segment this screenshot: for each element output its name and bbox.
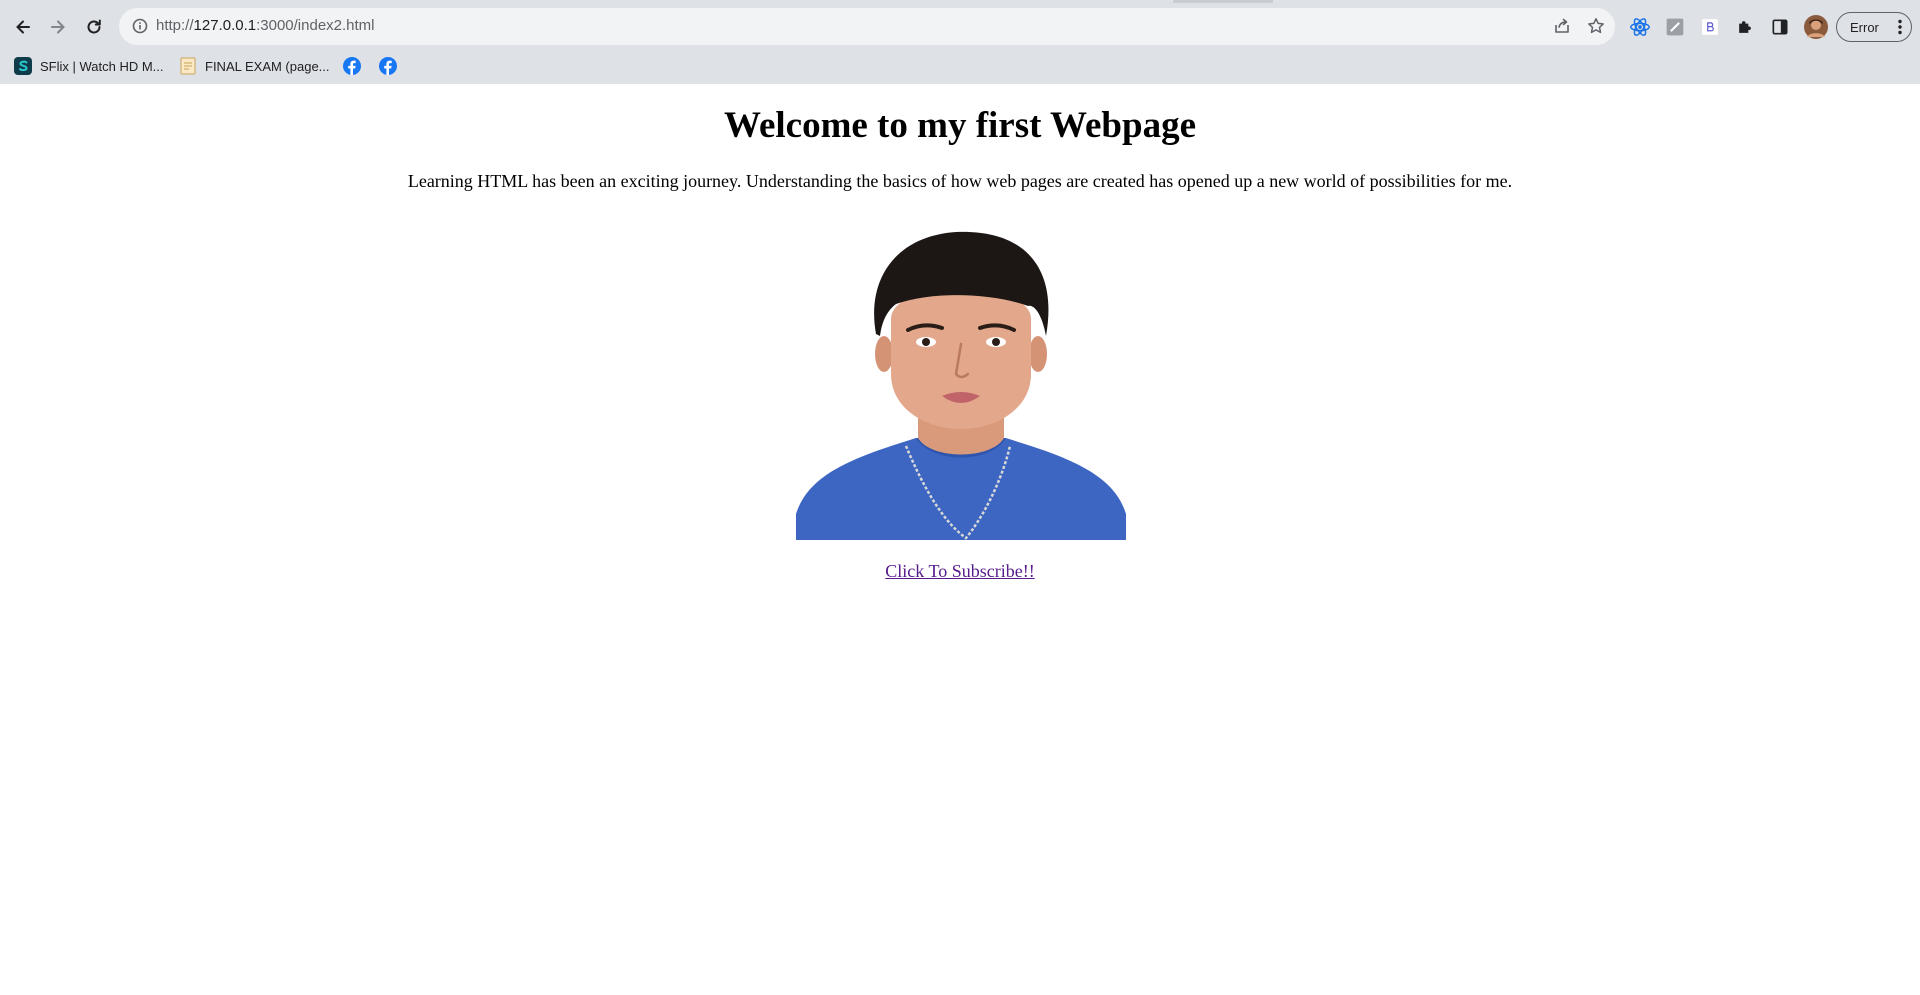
page-title: Welcome to my first Webpage (723, 105, 1196, 146)
info-icon[interactable] (131, 17, 149, 35)
bookmark-final-exam[interactable]: FINAL EXAM (page... (179, 54, 330, 78)
extensions-menu-button[interactable] (1733, 15, 1757, 39)
portrait-photo (796, 224, 1126, 540)
arrow-left-icon (16, 20, 30, 34)
document-favicon (180, 57, 196, 75)
sflix-favicon (14, 57, 32, 75)
active-tab-indicator (1173, 0, 1273, 3)
arrow-right-icon (51, 20, 65, 34)
subscribe-link[interactable]: Click To Subscribe!! (885, 561, 1034, 581)
url-path: :3000/index2.html (256, 17, 375, 34)
reload-button[interactable] (78, 11, 110, 43)
atom-icon (1630, 18, 1650, 36)
browser-toolbar: http://127.0.0.1:3000/index2.html Error (0, 5, 1920, 50)
extension-b[interactable] (1698, 15, 1722, 39)
back-button[interactable] (7, 11, 39, 43)
facebook-icon (343, 57, 361, 75)
bookmarks-bar: SFlix | Watch HD M... FINAL EXAM (page..… (0, 50, 1920, 84)
subscribe-link-container: Click To Subscribe!! (0, 561, 1920, 582)
bookmark-star-icon[interactable] (1586, 16, 1606, 36)
bookmark-sflix[interactable]: SFlix | Watch HD M... (14, 54, 164, 78)
profile-error-label: Error (1850, 19, 1879, 35)
browser-chrome: http://127.0.0.1:3000/index2.html Error … (0, 0, 1920, 84)
b-letter-icon (1701, 18, 1719, 36)
more-vert-icon (1898, 19, 1902, 35)
profile-avatar[interactable] (1804, 15, 1828, 39)
url-scheme: http:// (156, 17, 194, 34)
extension-react-devtools[interactable] (1628, 15, 1652, 39)
extension-tile-icon (1666, 18, 1684, 36)
side-panel-button[interactable] (1768, 15, 1792, 39)
avatar-icon (1804, 15, 1828, 39)
bookmark-facebook-2[interactable] (379, 54, 405, 78)
bookmark-final-exam-label: FINAL EXAM (page... (205, 58, 330, 74)
reload-icon (87, 19, 101, 34)
intro-paragraph: Learning HTML has been an exciting journ… (407, 171, 1513, 191)
extension-grey[interactable] (1663, 15, 1687, 39)
side-panel-icon (1772, 19, 1788, 35)
bookmark-facebook-1[interactable] (343, 54, 369, 78)
bookmark-sflix-label: SFlix | Watch HD M... (40, 58, 164, 74)
puzzle-icon (1739, 21, 1751, 33)
profile-error-button[interactable]: Error (1836, 12, 1912, 42)
facebook-icon (379, 57, 397, 75)
page-content: Welcome to my first Webpage Learning HTM… (0, 84, 1920, 995)
share-icon[interactable] (1552, 16, 1572, 36)
forward-button[interactable] (42, 11, 74, 43)
url-host: 127.0.0.1 (193, 17, 257, 34)
url-text[interactable]: http://127.0.0.1:3000/index2.html (156, 17, 375, 34)
address-bar[interactable]: http://127.0.0.1:3000/index2.html (119, 8, 1615, 45)
